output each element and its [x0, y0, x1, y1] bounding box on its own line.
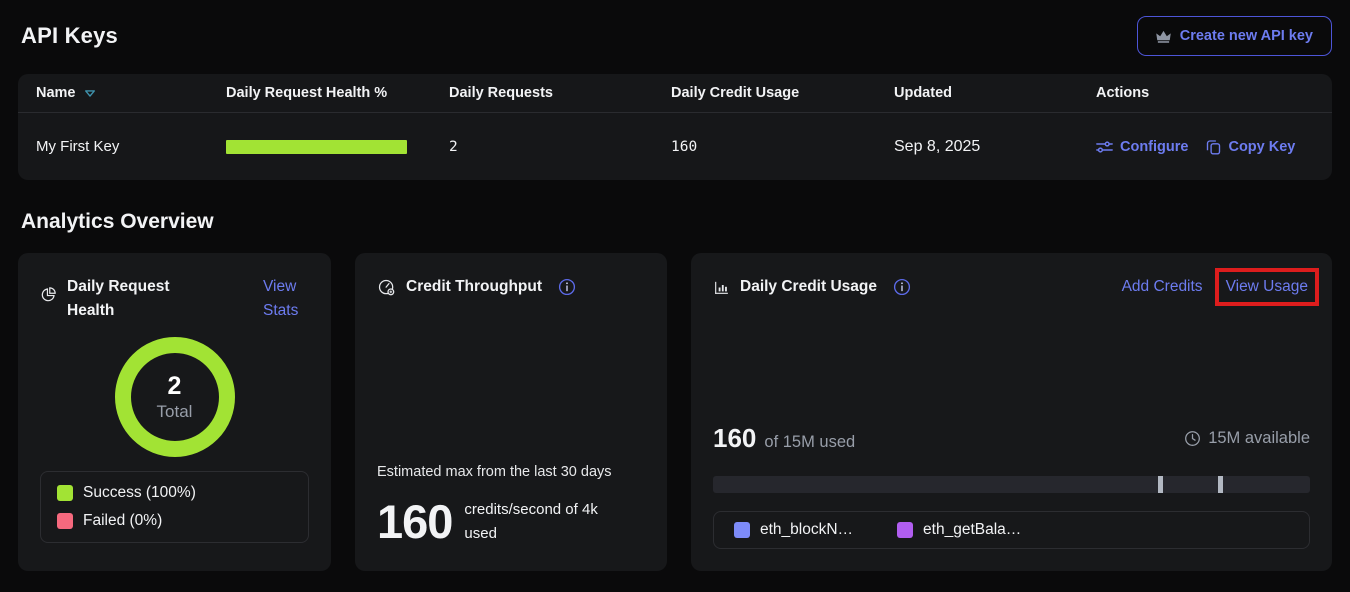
failed-swatch	[57, 513, 73, 529]
failed-label: Failed (0%)	[83, 512, 162, 530]
throughput-value: 160	[377, 494, 452, 549]
page-header: API Keys Create new API key	[18, 0, 1332, 74]
view-usage-link[interactable]: View Usage	[1226, 278, 1308, 295]
analytics-title: Analytics Overview	[18, 180, 1332, 253]
legend-item-success: Success (100%)	[57, 484, 292, 502]
card-title: Daily Request Health	[67, 275, 185, 323]
copy-key-link[interactable]: Copy Key	[1206, 139, 1295, 155]
column-daily-requests: Daily Requests	[431, 85, 653, 101]
donut-total-label: Total	[157, 402, 193, 422]
column-name[interactable]: Name	[18, 85, 208, 101]
table-header-row: Name Daily Request Health % Daily Reques…	[18, 74, 1332, 113]
analytics-cards: Daily Request Health View Stats 2 Total …	[18, 253, 1332, 571]
daily-request-health-card: Daily Request Health View Stats 2 Total …	[18, 253, 331, 571]
create-api-key-label: Create new API key	[1180, 28, 1313, 44]
configure-label: Configure	[1120, 139, 1188, 155]
actions-cell: Configure Copy Key	[1078, 139, 1332, 155]
column-actions: Actions	[1078, 85, 1332, 101]
progress-tick	[1218, 476, 1223, 493]
health-bar	[226, 140, 407, 154]
eth-getbalance-label: eth_getBala…	[923, 521, 1021, 539]
health-legend: Success (100%) Failed (0%)	[40, 471, 309, 543]
create-api-key-button[interactable]: Create new API key	[1137, 16, 1332, 56]
column-name-label: Name	[36, 85, 76, 101]
view-stats-link[interactable]: View Stats	[263, 275, 309, 323]
bar-chart-icon	[713, 279, 730, 296]
available-label: 15M available	[1208, 429, 1310, 448]
credit-usage-progress-bar	[713, 476, 1310, 493]
donut-total-value: 2	[168, 372, 182, 401]
info-icon[interactable]	[893, 278, 911, 296]
health-cell	[208, 140, 431, 154]
sliders-icon	[1096, 140, 1113, 154]
credit-throughput-card: Credit Throughput Estimated max from the…	[355, 253, 667, 571]
legend-item-eth-blocknumber: eth_blockN…	[734, 521, 853, 539]
clock-icon	[1184, 430, 1201, 447]
card-title: Credit Throughput	[406, 275, 542, 299]
daily-credit-usage-value: 160	[653, 139, 876, 155]
card-title: Daily Credit Usage	[740, 275, 877, 299]
info-icon[interactable]	[558, 278, 576, 296]
success-label: Success (100%)	[83, 484, 196, 502]
table-row: My First Key 2 160 Sep 8, 2025 Configure	[18, 113, 1332, 180]
credits-available: 15M available	[1184, 429, 1310, 448]
daily-requests-value: 2	[431, 139, 653, 155]
column-health: Daily Request Health %	[208, 85, 431, 101]
eth-blocknumber-label: eth_blockN…	[760, 521, 853, 539]
configure-link[interactable]: Configure	[1096, 139, 1188, 155]
progress-tick	[1158, 476, 1163, 493]
updated-value: Sep 8, 2025	[876, 138, 1078, 156]
daily-credit-usage-card: Daily Credit Usage Add Credits View Usag…	[691, 253, 1332, 571]
api-keys-table: Name Daily Request Health % Daily Reques…	[18, 74, 1332, 180]
credits-used-suffix: of 15M used	[764, 433, 855, 452]
page-title: API Keys	[21, 23, 118, 49]
throughput-subtitle: Estimated max from the last 30 days	[377, 464, 645, 480]
crown-icon	[1156, 30, 1171, 43]
eth-blocknumber-swatch	[734, 522, 750, 538]
column-daily-credit-usage: Daily Credit Usage	[653, 85, 876, 101]
key-name: My First Key	[18, 138, 208, 155]
success-swatch	[57, 485, 73, 501]
throughput-suffix: credits/second of 4k used	[464, 498, 629, 545]
legend-item-failed: Failed (0%)	[57, 512, 292, 530]
usage-legend: eth_blockN… eth_getBala…	[713, 511, 1310, 549]
copy-icon	[1206, 139, 1221, 155]
dashboard: API Keys Create new API key Name Daily R…	[0, 0, 1350, 571]
gauge-icon	[377, 278, 396, 297]
column-updated: Updated	[876, 85, 1078, 101]
sort-chevron-icon[interactable]	[84, 89, 96, 98]
request-health-donut-chart: 2 Total	[115, 337, 235, 457]
copy-key-label: Copy Key	[1228, 139, 1295, 155]
add-credits-link[interactable]: Add Credits	[1122, 275, 1203, 299]
legend-item-eth-getbalance: eth_getBala…	[897, 521, 1021, 539]
eth-getbalance-swatch	[897, 522, 913, 538]
pie-chart-icon	[40, 286, 57, 303]
credits-used-value: 160	[713, 423, 756, 454]
